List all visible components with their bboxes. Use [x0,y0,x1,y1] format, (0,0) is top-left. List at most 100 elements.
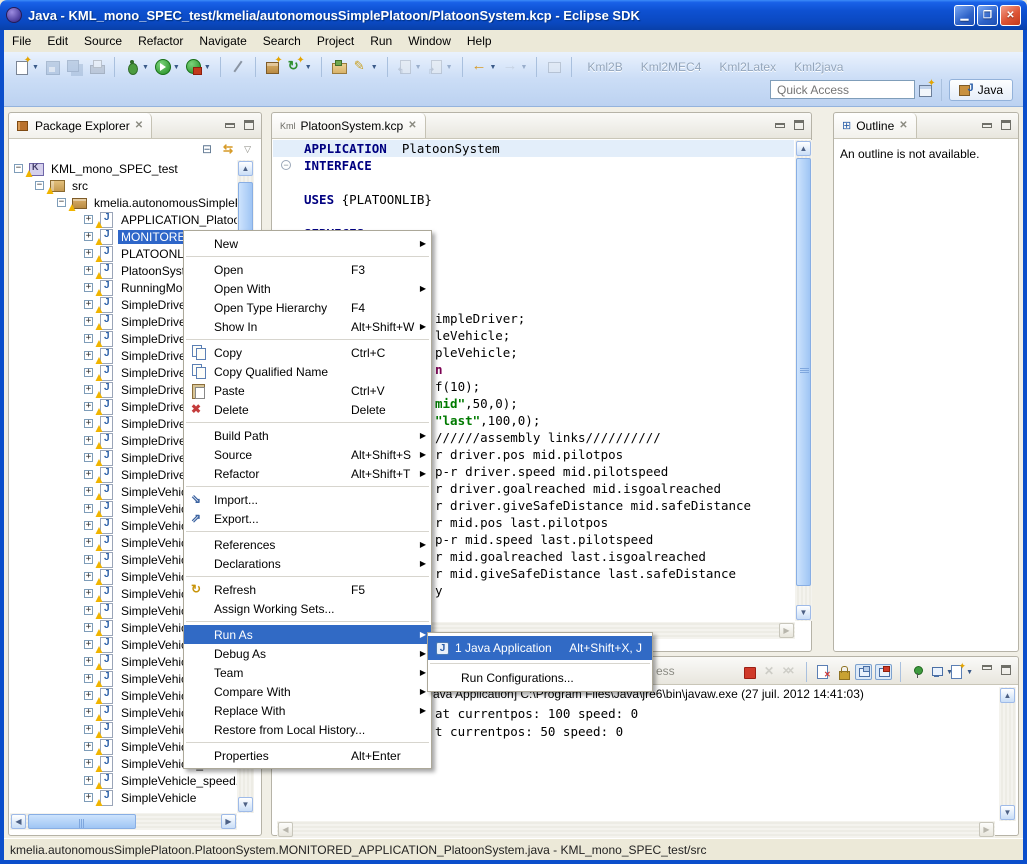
collapse-all-icon[interactable]: ⊟ [202,142,212,156]
minimize-view-button[interactable] [225,123,235,128]
fold-collapse-icon[interactable]: − [281,160,291,170]
view-menu-icon[interactable]: ▽ [244,144,251,155]
expand-icon[interactable]: + [84,708,93,717]
expand-icon[interactable]: + [84,368,93,377]
new-kml-project-button[interactable] [263,55,283,79]
tree-item[interactable]: −KKML_mono_SPEC_test [10,160,237,177]
close-icon[interactable]: ✕ [408,120,416,131]
pin-console-button[interactable] [909,664,926,680]
open-kml-button[interactable] [329,55,349,79]
menu-item-show-in[interactable]: Show InAlt+Shift+W▶ [184,317,431,336]
expand-icon[interactable]: + [84,640,93,649]
expand-icon[interactable]: + [84,555,93,564]
maximize-view-button[interactable] [794,120,804,130]
menu-item-refactor[interactable]: RefactorAlt+Shift+T▶ [184,464,431,483]
menu-help[interactable]: Help [459,31,500,51]
menu-item-new[interactable]: New▶ [184,234,431,253]
save-all-button[interactable] [65,55,85,79]
expand-icon[interactable]: + [84,470,93,479]
next-edit-button[interactable]: ▼ [426,55,455,79]
expand-icon[interactable]: + [84,691,93,700]
collapse-icon[interactable]: − [57,198,66,207]
maximize-view-button[interactable] [1001,120,1011,130]
kml-generate-button[interactable]: ▼ [285,55,314,79]
expand-icon[interactable]: + [84,436,93,445]
kml2mec4-button[interactable]: Kml2MEC4 [633,60,710,74]
expand-icon[interactable]: + [84,334,93,343]
print-button[interactable] [87,55,107,79]
expand-icon[interactable]: + [84,742,93,751]
menu-item-1-java-application[interactable]: J1 Java ApplicationAlt+Shift+X, J [428,636,652,660]
forward-button[interactable]: ▼ [500,55,529,79]
expand-icon[interactable]: + [84,606,93,615]
back-button[interactable]: ▼ [470,55,499,79]
debug-button[interactable]: ▼ [122,55,151,79]
menu-item-delete[interactable]: ✖DeleteDelete [184,400,431,419]
clear-console-button[interactable] [815,664,832,680]
expand-icon[interactable]: + [84,232,93,241]
expand-icon[interactable]: + [84,776,93,785]
expand-icon[interactable]: + [84,385,93,394]
collapse-icon[interactable]: − [14,164,23,173]
scroll-lock-button[interactable] [835,664,852,680]
kml2b-button[interactable]: Kml2B [579,60,630,74]
kml2java-button[interactable]: Kml2java [786,60,851,74]
package-explorer-tab[interactable]: Package Explorer ✕ [9,113,152,138]
show-on-stderr-button[interactable] [875,664,892,680]
minimize-view-button[interactable] [982,123,992,128]
menu-item-export[interactable]: ⇗Export... [184,509,431,528]
save-button[interactable] [43,55,63,79]
kml-marker-button[interactable]: ▼ [351,55,380,79]
menu-item-source[interactable]: SourceAlt+Shift+S▶ [184,445,431,464]
expand-icon[interactable]: + [84,674,93,683]
maximize-button[interactable]: ❐ [977,5,998,26]
progress-tab-partial[interactable]: ess [656,664,675,678]
menu-item-open-with[interactable]: Open With▶ [184,279,431,298]
java-perspective-button[interactable]: Java [949,79,1013,101]
menu-item-refresh[interactable]: ↻RefreshF5 [184,580,431,599]
mark-occurrences-button[interactable] [228,55,248,79]
menu-item-references[interactable]: References▶ [184,535,431,554]
expand-icon[interactable]: + [84,793,93,802]
expand-icon[interactable]: + [84,283,93,292]
menu-item-run-as[interactable]: Run As▶ [184,625,431,644]
close-button[interactable]: ✕ [1000,5,1021,26]
menu-item-replace-with[interactable]: Replace With▶ [184,701,431,720]
menu-item-debug-as[interactable]: Debug As▶ [184,644,431,663]
expand-icon[interactable]: + [84,657,93,666]
outline-tab[interactable]: ⊞ Outline ✕ [834,113,917,138]
menu-item-assign-working-sets[interactable]: Assign Working Sets... [184,599,431,618]
open-perspective-icon[interactable] [918,82,934,98]
expand-icon[interactable]: + [84,215,93,224]
collapse-icon[interactable]: − [35,181,44,190]
expand-icon[interactable]: + [84,249,93,258]
editor-tab[interactable]: Kml PlatoonSystem.kcp ✕ [272,113,426,138]
quick-access-input[interactable] [770,80,915,99]
expand-icon[interactable]: + [84,453,93,462]
minimize-view-button[interactable] [982,665,992,670]
expand-icon[interactable]: + [84,317,93,326]
menu-item-import[interactable]: ⇘Import... [184,490,431,509]
link-with-editor-icon[interactable]: ⇆ [223,142,233,156]
menu-item-properties[interactable]: PropertiesAlt+Enter [184,746,431,765]
horizontal-scrollbar[interactable]: ◀ ▶ [10,813,237,830]
expand-icon[interactable]: + [84,266,93,275]
expand-icon[interactable]: + [84,351,93,360]
menu-item-compare-with[interactable]: Compare With▶ [184,682,431,701]
menu-source[interactable]: Source [76,31,130,51]
tree-item[interactable]: +JSimpleVehicle_speed.jav [10,772,237,789]
vertical-scrollbar[interactable]: ▲ ▼ [999,687,1016,821]
expand-icon[interactable]: + [84,538,93,547]
menu-file[interactable]: File [4,31,39,51]
menu-window[interactable]: Window [400,31,459,51]
new-wizard-button[interactable]: ▼ [12,55,41,79]
remove-all-terminated-button[interactable] [781,664,798,680]
menu-run[interactable]: Run [362,31,400,51]
expand-icon[interactable]: + [84,623,93,632]
vertical-scrollbar[interactable]: ▲ ▼ [795,140,812,621]
tree-item[interactable]: −src [10,177,237,194]
remove-launch-button[interactable] [761,664,778,680]
menu-project[interactable]: Project [309,31,362,51]
menu-refactor[interactable]: Refactor [130,31,191,51]
tree-item[interactable]: +JSimpleVehicle [10,789,237,806]
